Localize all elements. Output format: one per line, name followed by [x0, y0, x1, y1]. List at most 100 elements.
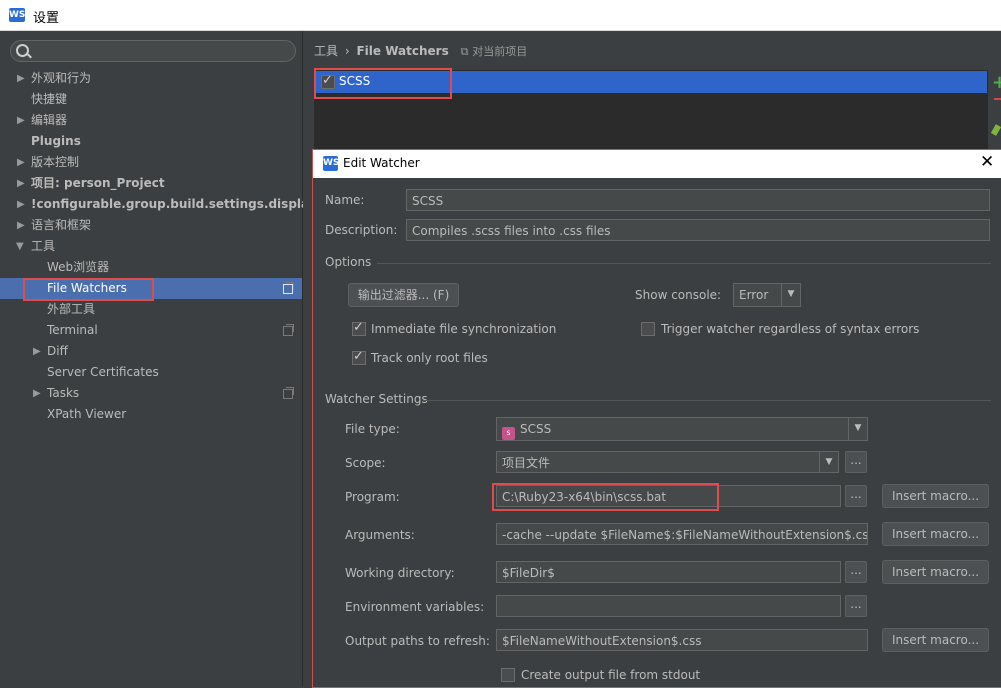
- webstorm-logo-icon: WS: [9, 8, 26, 22]
- sidebar-item-label: Diff: [47, 344, 68, 358]
- chevron-right-icon: ▶: [17, 220, 25, 231]
- chevron-down-icon: ▼: [819, 452, 838, 472]
- close-icon[interactable]: ✕: [980, 152, 994, 172]
- chevron-right-icon: ▶: [17, 73, 25, 84]
- chevron-down-icon: ▼: [16, 241, 24, 252]
- output-paths-label: Output paths to refresh:: [345, 634, 490, 648]
- breadcrumb-parent: 工具: [314, 44, 339, 58]
- program-browse-button[interactable]: ...: [845, 485, 867, 507]
- show-console-label: Show console:: [635, 288, 722, 302]
- breadcrumb: 工具 › File Watchers ⧉ 对当前项目: [314, 42, 527, 59]
- sidebar-item-version-control[interactable]: ▶ 版本控制: [0, 152, 302, 173]
- program-label: Program:: [345, 490, 400, 504]
- dialog-title: Edit Watcher: [343, 156, 420, 170]
- project-scope-icon: ⧉: [460, 45, 469, 58]
- webstorm-logo-icon: WS: [323, 156, 339, 171]
- sidebar-item-keymap[interactable]: 快捷键: [0, 89, 302, 110]
- chevron-right-icon: ▶: [17, 199, 25, 210]
- sidebar-item-label: !configurable.group.build.settings.displ…: [31, 197, 323, 211]
- section-divider: [423, 400, 991, 401]
- sidebar-item-xpath-viewer[interactable]: XPath Viewer: [0, 404, 302, 425]
- sidebar-item-label: XPath Viewer: [47, 407, 127, 421]
- breadcrumb-separator: ›: [344, 44, 350, 58]
- arguments-field[interactable]: -cache --update $FileName$:$FileNameWith…: [496, 523, 868, 545]
- sidebar-item-label: 外部工具: [47, 302, 96, 316]
- sidebar-item-plugins[interactable]: Plugins: [0, 131, 302, 152]
- section-divider: [377, 263, 991, 264]
- add-icon[interactable]: +: [992, 72, 1001, 93]
- sidebar-item-label: 外观和行为: [31, 71, 92, 85]
- chevron-down-icon: ▼: [781, 284, 800, 306]
- sidebar-item-web-browsers[interactable]: Web浏览器: [0, 257, 302, 278]
- show-console-select[interactable]: Error ▼: [733, 283, 801, 307]
- watcher-settings-section-title: Watcher Settings: [325, 392, 428, 406]
- sidebar-item-label: Terminal: [47, 323, 98, 337]
- track-root-checkbox[interactable]: [352, 349, 366, 365]
- file-type-value: SCSS: [520, 422, 552, 436]
- sidebar-item-build[interactable]: ▶ !configurable.group.build.settings.dis…: [0, 194, 323, 215]
- window-title-bar: WS 设置: [0, 0, 1001, 31]
- working-directory-insert-macro-button[interactable]: Insert macro...: [882, 560, 989, 584]
- sidebar-item-external-tools[interactable]: 外部工具: [0, 299, 302, 320]
- environment-variables-field[interactable]: [496, 595, 841, 617]
- settings-search-input[interactable]: [10, 40, 296, 62]
- arguments-insert-macro-button[interactable]: Insert macro...: [882, 522, 989, 546]
- create-output-label: Create output file from stdout: [521, 668, 701, 682]
- output-paths-field[interactable]: $FileNameWithoutExtension$.css: [496, 629, 868, 651]
- arguments-label: Arguments:: [345, 528, 415, 542]
- search-icon: [16, 44, 29, 57]
- scope-browse-button[interactable]: ...: [845, 451, 867, 473]
- sidebar-item-label: Web浏览器: [47, 260, 110, 274]
- breadcrumb-current: File Watchers: [356, 44, 449, 58]
- sidebar-item-appearance[interactable]: ▶ 外观和行为: [0, 68, 302, 89]
- description-label: Description:: [325, 223, 398, 237]
- dialog-title-bar: WS Edit Watcher ✕: [313, 150, 1001, 178]
- highlight-box: [314, 68, 452, 99]
- project-scope-icon: [283, 324, 294, 336]
- sidebar-item-label: 快捷键: [31, 92, 68, 106]
- name-field[interactable]: SCSS: [406, 189, 990, 211]
- chevron-right-icon: ▶: [33, 346, 41, 357]
- create-output-checkbox[interactable]: [501, 668, 515, 682]
- description-field[interactable]: Compiles .scss files into .css files: [406, 219, 990, 241]
- sidebar-item-label: 版本控制: [31, 155, 80, 169]
- sidebar-item-label: Plugins: [31, 134, 81, 148]
- breadcrumb-note: 对当前项目: [472, 45, 528, 58]
- highlight-box: [23, 278, 154, 301]
- sidebar-item-editor[interactable]: ▶ 编辑器: [0, 110, 302, 131]
- sidebar-item-project[interactable]: ▶ 项目: person_Project: [0, 173, 302, 194]
- edit-watcher-dialog: WS Edit Watcher ✕ Name: SCSS Description…: [312, 149, 1001, 688]
- sidebar-item-diff[interactable]: ▶ Diff: [0, 341, 302, 362]
- immediate-sync-checkbox[interactable]: [352, 320, 366, 336]
- track-root-label: Track only root files: [371, 351, 488, 365]
- program-insert-macro-button[interactable]: Insert macro...: [882, 484, 989, 508]
- sidebar-item-tools[interactable]: ▼ 工具: [0, 236, 302, 257]
- environment-variables-label: Environment variables:: [345, 600, 485, 614]
- output-paths-insert-macro-button[interactable]: Insert macro...: [882, 628, 989, 652]
- sidebar-item-label: Tasks: [47, 386, 80, 400]
- settings-sidebar: ▶ 外观和行为 快捷键 ▶ 编辑器 Plugins ▶ 版本控制 ▶ 项目: p…: [0, 31, 323, 686]
- show-console-value: Error: [739, 288, 769, 302]
- remove-icon[interactable]: [994, 98, 1001, 100]
- chevron-right-icon: ▶: [17, 178, 25, 189]
- sidebar-item-label: 编辑器: [31, 113, 68, 127]
- sidebar-item-label: 项目: person_Project: [31, 176, 165, 190]
- project-scope-icon: [283, 387, 294, 399]
- working-directory-field[interactable]: $FileDir$: [496, 561, 841, 583]
- output-filter-button[interactable]: 输出过滤器... (F): [348, 283, 459, 307]
- window-title: 设置: [33, 11, 60, 26]
- sidebar-item-server-certificates[interactable]: Server Certificates: [0, 362, 302, 383]
- sidebar-item-tasks[interactable]: ▶ Tasks: [0, 383, 302, 404]
- file-type-select[interactable]: S SCSS ▼: [496, 417, 868, 441]
- scope-label: Scope:: [345, 456, 386, 470]
- scope-select[interactable]: 项目文件 ▼: [496, 451, 839, 473]
- sidebar-item-label: 语言和框架: [31, 218, 92, 232]
- working-directory-browse-button[interactable]: ...: [845, 561, 867, 583]
- sidebar-item-label: 工具: [31, 239, 56, 253]
- sidebar-item-languages[interactable]: ▶ 语言和框架: [0, 215, 302, 236]
- name-label: Name:: [325, 193, 365, 207]
- environment-variables-browse-button[interactable]: ...: [845, 595, 867, 617]
- scope-value: 项目文件: [502, 456, 551, 470]
- sidebar-item-terminal[interactable]: Terminal: [0, 320, 302, 341]
- trigger-regardless-checkbox[interactable]: [641, 322, 655, 336]
